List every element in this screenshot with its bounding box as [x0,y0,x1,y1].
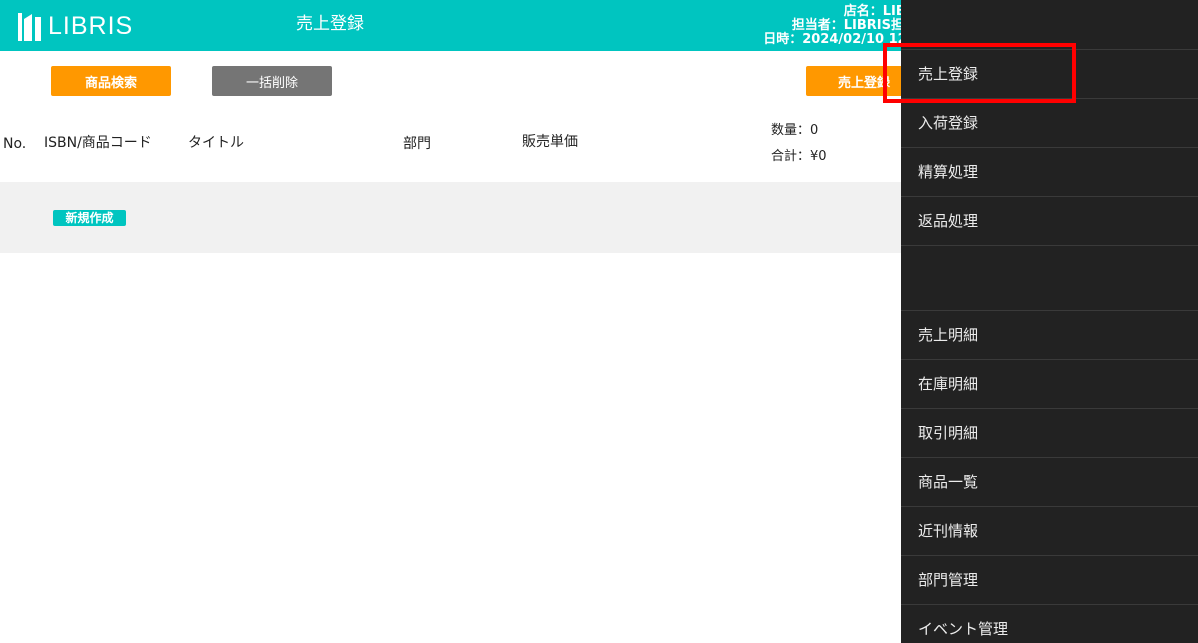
sales-row-area: 新規作成 [0,182,901,253]
logo-text: LIBRIS [48,12,134,40]
menu-divider-space [901,246,1198,311]
bulk-delete-button[interactable]: 一括削除 [212,66,332,96]
column-header-department: 部門 [403,136,431,152]
menu-item-transaction-details[interactable]: 取引明細 [901,409,1198,458]
column-header-unit-price: 販売単価 [522,134,578,150]
menu-item-arrival-registration[interactable]: 入荷登録 [901,99,1198,148]
menu-item-product-list[interactable]: 商品一覧 [901,458,1198,507]
side-menu: 売上登録 入荷登録 精算処理 返品処理 売上明細 在庫明細 取引明細 商品一覧 … [901,0,1198,643]
libris-logo-icon [18,13,41,41]
page-title: 売上登録 [296,14,364,34]
menu-item-sales-details[interactable]: 売上明細 [901,311,1198,360]
menu-item-returns[interactable]: 返品処理 [901,197,1198,246]
new-entry-button[interactable]: 新規作成 [53,210,126,226]
menu-item-settlement[interactable]: 精算処理 [901,148,1198,197]
column-header-isbn: ISBN/商品コード [44,135,152,151]
column-header-no: No. [3,136,27,152]
product-search-button[interactable]: 商品検索 [51,66,171,96]
sales-summary: 数量：0 合計：¥0 [771,118,827,170]
column-header-title: タイトル [188,135,244,151]
menu-item-sales-registration[interactable]: 売上登録 [901,50,1198,99]
libris-logo[interactable]: LIBRIS [18,11,133,41]
quantity-total: 数量：0 [771,123,819,138]
menu-header [901,0,1198,50]
sales-registration-page: LIBRIS 売上登録 店名：LIBRIS 担当者：LIBRIS担当者 日時：2… [0,0,1198,643]
amount-total: 合計：¥0 [771,149,827,164]
menu-item-stock-details[interactable]: 在庫明細 [901,360,1198,409]
menu-item-upcoming-releases[interactable]: 近刊情報 [901,507,1198,556]
menu-item-department-management[interactable]: 部門管理 [901,556,1198,605]
menu-item-event-management[interactable]: イベント管理 [901,605,1198,643]
